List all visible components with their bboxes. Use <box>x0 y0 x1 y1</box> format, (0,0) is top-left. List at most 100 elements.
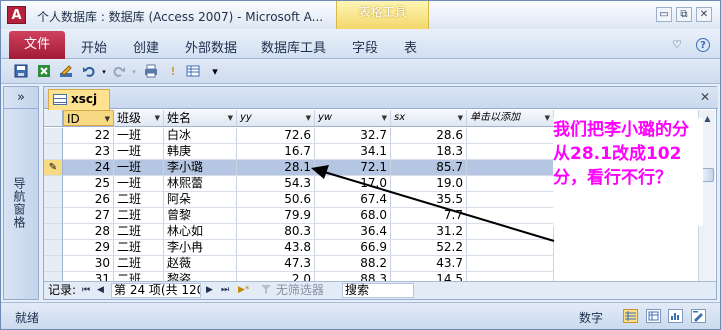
design-view-icon[interactable] <box>691 309 706 323</box>
previous-record-icon[interactable]: ◀ <box>97 282 104 299</box>
cell-class[interactable]: 二班 <box>114 256 164 272</box>
datasheet-view-icon[interactable] <box>623 309 638 323</box>
cell-yy[interactable]: 50.6 <box>237 192 315 208</box>
table-row[interactable]: 27 二班 曾黎 79.9 68.0 7.7 <box>44 208 554 224</box>
cell-class[interactable]: 一班 <box>114 144 164 160</box>
tab-file[interactable]: 文件 <box>9 31 65 59</box>
column-header-class[interactable]: 班级 ▼ <box>114 110 164 126</box>
cell-yy[interactable]: 54.3 <box>237 176 315 192</box>
row-selector[interactable] <box>44 256 63 272</box>
undo-dropdown-icon[interactable]: ▾ <box>96 64 112 80</box>
cell-yy[interactable]: 47.3 <box>237 256 315 272</box>
cell-id[interactable]: 24 <box>63 160 114 176</box>
document-close-icon[interactable]: ✕ <box>700 90 710 104</box>
restore-button[interactable]: ⧉ <box>676 7 692 22</box>
minimize-ribbon-icon[interactable]: ♡ <box>670 38 684 52</box>
cell-yw[interactable]: 17.0 <box>315 176 391 192</box>
cell-id[interactable]: 22 <box>63 128 114 144</box>
redo-icon[interactable] <box>111 64 127 80</box>
first-record-icon[interactable]: ⏮ <box>82 282 90 299</box>
cell-yw[interactable]: 67.4 <box>315 192 391 208</box>
cell-yw[interactable]: 68.0 <box>315 208 391 224</box>
cell-class[interactable]: 一班 <box>114 128 164 144</box>
column-header-id[interactable]: ID ▼ <box>63 110 114 126</box>
cell-class[interactable]: 二班 <box>114 192 164 208</box>
cell-empty[interactable] <box>467 208 554 224</box>
cell-name[interactable]: 阿朵 <box>164 192 237 208</box>
row-selector[interactable]: ✎ <box>44 160 63 176</box>
cell-sx[interactable]: 31.2 <box>391 224 467 240</box>
cell-yy[interactable]: 79.9 <box>237 208 315 224</box>
column-dropdown-icon[interactable]: ▼ <box>382 110 387 126</box>
cell-name[interactable]: 李小璐 <box>164 160 237 176</box>
row-selector[interactable] <box>44 240 63 256</box>
table-row[interactable]: 28 二班 林心如 80.3 36.4 31.2 <box>44 224 554 240</box>
row-selector[interactable] <box>44 192 63 208</box>
table-row[interactable]: 23 一班 韩庚 16.7 34.1 18.3 <box>44 144 554 160</box>
cell-empty[interactable] <box>467 144 554 160</box>
cell-id[interactable]: 29 <box>63 240 114 256</box>
edit-icon[interactable] <box>58 64 74 80</box>
cell-id[interactable]: 23 <box>63 144 114 160</box>
help-icon[interactable]: ? <box>696 38 710 52</box>
cell-name[interactable]: 林心如 <box>164 224 237 240</box>
table-row[interactable]: 30 二班 赵薇 47.3 88.2 43.7 <box>44 256 554 272</box>
cell-yy[interactable]: 43.8 <box>237 240 315 256</box>
cell-sx[interactable]: 85.7 <box>391 160 467 176</box>
access-app-icon[interactable]: A <box>7 6 26 24</box>
cell-class[interactable]: 二班 <box>114 208 164 224</box>
column-dropdown-icon[interactable]: ▼ <box>458 110 463 126</box>
cell-empty[interactable] <box>467 176 554 192</box>
row-selector[interactable] <box>44 128 63 144</box>
last-record-icon[interactable]: ⏭ <box>221 282 229 299</box>
cell-sx[interactable]: 35.5 <box>391 192 467 208</box>
customize-qat-icon[interactable]: ▾ <box>207 64 223 80</box>
cell-yy[interactable]: 80.3 <box>237 224 315 240</box>
column-dropdown-icon[interactable]: ▼ <box>545 110 550 126</box>
tab-table[interactable]: 表 <box>404 37 417 56</box>
table-view-icon[interactable] <box>185 64 201 80</box>
table-row[interactable]: 29 二班 李小冉 43.8 66.9 52.2 <box>44 240 554 256</box>
filter-status[interactable]: 无筛选器 <box>260 282 324 299</box>
cell-name[interactable]: 林熙蕾 <box>164 176 237 192</box>
next-record-icon[interactable]: ▶ <box>206 282 213 299</box>
cell-class[interactable]: 一班 <box>114 176 164 192</box>
cell-empty[interactable] <box>467 240 554 256</box>
tab-home[interactable]: 开始 <box>81 37 107 56</box>
undo-icon[interactable] <box>81 64 97 80</box>
cell-sx[interactable]: 28.6 <box>391 128 467 144</box>
nav-pane-toggle-button[interactable]: » <box>4 87 38 109</box>
minimize-button[interactable]: ▭ <box>656 7 672 22</box>
cell-id[interactable]: 28 <box>63 224 114 240</box>
tab-xscj[interactable]: xscj <box>48 89 110 110</box>
cell-empty[interactable] <box>467 160 554 176</box>
column-header-yw[interactable]: yw ▼ <box>315 110 391 126</box>
select-all-corner[interactable] <box>44 110 63 126</box>
table-row[interactable]: ✎ 24 一班 李小璐 28.1 72.1 85.7 <box>44 160 554 176</box>
row-selector[interactable] <box>44 176 63 192</box>
current-record-field[interactable]: 第 24 项(共 120 <box>111 283 201 298</box>
table-row[interactable]: 25 一班 林熙蕾 54.3 17.0 19.0 <box>44 176 554 192</box>
table-row[interactable]: 26 二班 阿朵 50.6 67.4 35.5 <box>44 192 554 208</box>
cell-empty[interactable] <box>467 256 554 272</box>
cell-sx[interactable]: 52.2 <box>391 240 467 256</box>
close-button[interactable]: ✕ <box>696 7 712 22</box>
row-selector[interactable] <box>44 208 63 224</box>
table-row[interactable]: 22 一班 白冰 72.6 32.7 28.6 <box>44 128 554 144</box>
cell-sx[interactable]: 19.0 <box>391 176 467 192</box>
nav-pane-label[interactable]: 导航窗格 <box>11 177 28 229</box>
tab-create[interactable]: 创建 <box>133 37 159 56</box>
column-header-sx[interactable]: sx ▼ <box>391 110 467 126</box>
column-header-name[interactable]: 姓名 ▼ <box>164 110 237 126</box>
cell-yw[interactable]: 34.1 <box>315 144 391 160</box>
cell-sx[interactable]: 43.7 <box>391 256 467 272</box>
cell-name[interactable]: 赵薇 <box>164 256 237 272</box>
cell-id[interactable]: 26 <box>63 192 114 208</box>
tab-fields[interactable]: 字段 <box>352 37 378 56</box>
column-dropdown-icon[interactable]: ▼ <box>155 110 160 126</box>
row-selector[interactable] <box>44 224 63 240</box>
cell-id[interactable]: 25 <box>63 176 114 192</box>
excel-icon[interactable] <box>36 64 52 80</box>
cell-yw[interactable]: 36.4 <box>315 224 391 240</box>
cell-empty[interactable] <box>467 224 554 240</box>
